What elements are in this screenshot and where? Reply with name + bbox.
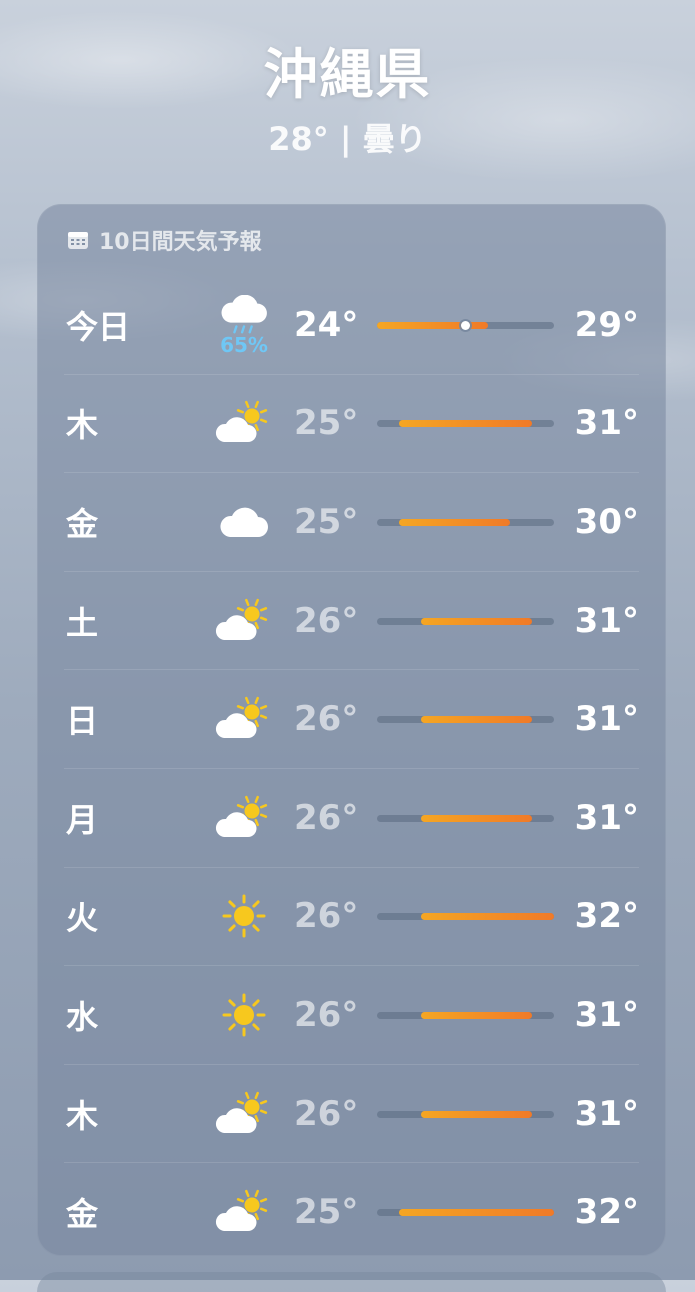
day-label: 木 (66, 1096, 99, 1135)
forecast-list: 今日 65% 24° 29° 木 25° 31° 金 25° 30° 土 26°… (37, 276, 666, 1261)
low-temp: 24° (294, 304, 359, 345)
forecast-row[interactable]: 木 25° 31° (64, 373, 639, 473)
temp-range-bar (377, 814, 554, 822)
temp-range-bar (377, 1209, 554, 1217)
partly-sunny-icon (209, 393, 279, 453)
temp-range-fill (399, 1209, 554, 1217)
low-temp: 26° (294, 1093, 359, 1134)
forecast-row[interactable]: 火 26° 32° (64, 866, 639, 966)
low-temp: 26° (294, 600, 359, 641)
partly-sunny-icon (209, 1182, 279, 1242)
ten-day-forecast-card[interactable]: 10日間天気予報 今日 65% 24° 29° 木 25° 31° 金 25° … (37, 204, 666, 1256)
day-label: 土 (66, 603, 99, 642)
low-temp: 26° (294, 699, 359, 740)
partly-sunny-icon (209, 1084, 279, 1144)
partly-sunny-icon (209, 591, 279, 651)
day-label: 水 (66, 997, 99, 1036)
high-temp: 31° (574, 994, 639, 1035)
forecast-row[interactable]: 月 26° 31° (64, 767, 639, 867)
high-temp: 29° (574, 304, 639, 345)
temp-range-bar (377, 716, 554, 724)
precip-chance: 65% (220, 332, 268, 357)
temp-range-fill (377, 321, 488, 329)
cloud-rain-icon: 65% (209, 294, 279, 357)
temp-range-fill (421, 1110, 532, 1118)
high-temp: 31° (574, 699, 639, 740)
low-temp: 26° (294, 896, 359, 937)
forecast-row[interactable]: 木 26° 31° (64, 1063, 639, 1163)
forecast-row[interactable]: 土 26° 31° (64, 570, 639, 670)
day-label: 金 (66, 504, 99, 543)
current-temp-dot (461, 320, 470, 330)
current-summary: 28° | 曇り (268, 120, 427, 158)
temp-range-fill (421, 716, 532, 724)
low-temp: 26° (294, 994, 359, 1035)
day-label: 火 (66, 899, 99, 938)
location-header: 沖縄県 28° | 曇り (0, 40, 695, 160)
high-temp: 31° (574, 797, 639, 838)
forecast-row[interactable]: 水 26° 31° (64, 965, 639, 1064)
temp-range-bar (377, 617, 554, 625)
temp-range-fill (421, 617, 532, 625)
day-label: 月 (66, 800, 99, 839)
sun-icon (209, 886, 279, 946)
high-temp: 32° (574, 1192, 639, 1233)
temp-range-fill (421, 913, 554, 921)
temp-range-fill (399, 518, 510, 526)
temp-range-fill (421, 1011, 532, 1019)
temp-range-fill (421, 814, 532, 822)
temp-range-bar (377, 913, 554, 921)
temp-range-bar (377, 320, 554, 330)
high-temp: 31° (574, 1093, 639, 1134)
city-name: 沖縄県 (263, 43, 432, 106)
forecast-row[interactable]: 金 25° 30° (64, 472, 639, 571)
high-temp: 31° (574, 403, 639, 444)
day-label: 木 (66, 406, 99, 445)
temp-range-bar (377, 1011, 554, 1019)
card-title: 10日間天気予報 (99, 230, 262, 255)
calendar-icon (67, 230, 89, 250)
sun-icon (209, 985, 279, 1045)
temp-range-bar (377, 420, 554, 428)
high-temp: 32° (574, 896, 639, 937)
low-temp: 26° (294, 797, 359, 838)
temp-range-fill (399, 420, 532, 428)
low-temp: 25° (294, 501, 359, 542)
card-header: 10日間天気予報 (37, 204, 666, 276)
low-temp: 25° (294, 403, 359, 444)
day-label: 今日 (66, 307, 131, 346)
day-label: 日 (66, 702, 99, 741)
forecast-row[interactable]: 今日 65% 24° 29° (64, 276, 639, 374)
temp-range-bar (377, 1110, 554, 1118)
partly-sunny-icon (209, 788, 279, 848)
temp-range-bar (377, 518, 554, 526)
low-temp: 25° (294, 1192, 359, 1233)
high-temp: 31° (574, 600, 639, 641)
next-card-edge (37, 1272, 666, 1292)
forecast-row[interactable]: 金 25° 32° (64, 1162, 639, 1261)
high-temp: 30° (574, 501, 639, 542)
forecast-row[interactable]: 日 26° 31° (64, 669, 639, 768)
day-label: 金 (66, 1195, 99, 1234)
cloud-icon (209, 492, 279, 552)
partly-sunny-icon (209, 689, 279, 749)
